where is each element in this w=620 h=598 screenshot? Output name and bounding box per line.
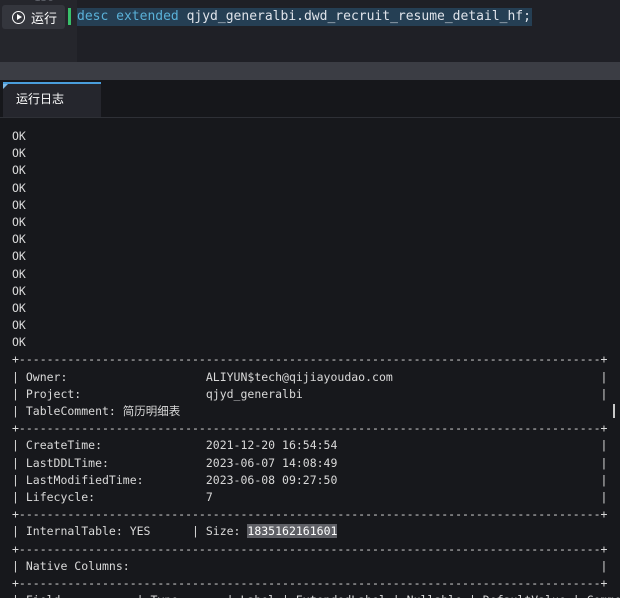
ok-lines: OK OK OK OK OK OK OK OK OK OK OK OK OK <box>12 128 620 351</box>
log-ok-line: OK <box>12 163 26 178</box>
log-ok-line: OK <box>12 232 26 247</box>
tab-run-log-label: 运行日志 <box>16 92 65 106</box>
log-ok-line: OK <box>12 197 26 212</box>
sql-table-name: qjyd_generalbi.dwd_recruit_resume_detail… <box>186 9 531 24</box>
log-table-line: | Lifecycle: 7 | <box>12 489 608 504</box>
log-table-line: | InternalTable: YES | Size: 18351621616… <box>12 524 338 539</box>
log-table-line: | Field | Type | Label | ExtendedLabel |… <box>12 592 620 598</box>
log-ok-line: OK <box>12 283 26 298</box>
log-ok-line: OK <box>12 180 26 195</box>
size-value: 1835162161601 <box>247 524 338 539</box>
log-table-line: +---------------------------------------… <box>12 575 608 590</box>
log-ok-line: OK <box>12 129 26 143</box>
log-output: OK OK OK OK OK OK OK OK OK OK OK OK OK +-------------… <box>12 128 620 598</box>
tab-run-log[interactable]: 运行日志 <box>3 82 101 117</box>
log-table-line: | TableComment: 简历明细表 <box>12 404 181 418</box>
log-table-line: +---------------------------------------… <box>12 507 608 522</box>
result-tab-bar: 运行日志 <box>0 80 620 118</box>
log-table-line: | Native Columns: | <box>12 558 608 573</box>
play-icon <box>12 10 25 24</box>
line-number: 136 <box>34 0 54 4</box>
run-log-panel[interactable]: OK OK OK OK OK OK OK OK OK OK OK OK OK +-------------… <box>0 118 620 598</box>
table-output: +---------------------------------------… <box>12 351 620 598</box>
log-table-line: +---------------------------------------… <box>12 421 608 436</box>
panel-resize-handle[interactable] <box>0 62 620 80</box>
log-ok-line: OK <box>12 335 26 350</box>
log-ok-line: OK <box>12 249 26 264</box>
log-table-line: | Owner: ALIYUN$tech@qijiayoudao.com | <box>12 369 608 384</box>
log-ok-line: OK <box>12 214 26 229</box>
sql-code-line[interactable]: desc extended qjyd_generalbi.dwd_recruit… <box>77 8 532 26</box>
log-ok-line: OK <box>12 146 26 161</box>
log-ok-line: OK <box>12 300 26 315</box>
log-table-line: +---------------------------------------… <box>12 541 608 556</box>
executed-line-marker <box>68 8 71 25</box>
run-button[interactable]: 运行 <box>2 5 65 29</box>
log-table-line: | Project: qjyd_generalbi | <box>12 386 608 401</box>
scrollbar-thumb[interactable] <box>613 404 615 418</box>
log-ok-line: OK <box>12 318 26 333</box>
log-table-line: | LastDDLTime: 2023-06-07 14:08:49 | <box>12 455 608 470</box>
log-table-line: +---------------------------------------… <box>12 352 608 367</box>
run-button-label: 运行 <box>31 11 58 27</box>
log-table-line: | CreateTime: 2021-12-20 16:54:54 | <box>12 438 608 453</box>
log-table-line: | LastModifiedTime: 2023-06-08 09:27:50 … <box>12 472 608 487</box>
sql-keywords: desc extended <box>77 9 179 24</box>
log-ok-line: OK <box>12 266 26 281</box>
sql-editor[interactable]: 136 运行 desc extended qjyd_generalbi.dwd_… <box>0 0 620 62</box>
